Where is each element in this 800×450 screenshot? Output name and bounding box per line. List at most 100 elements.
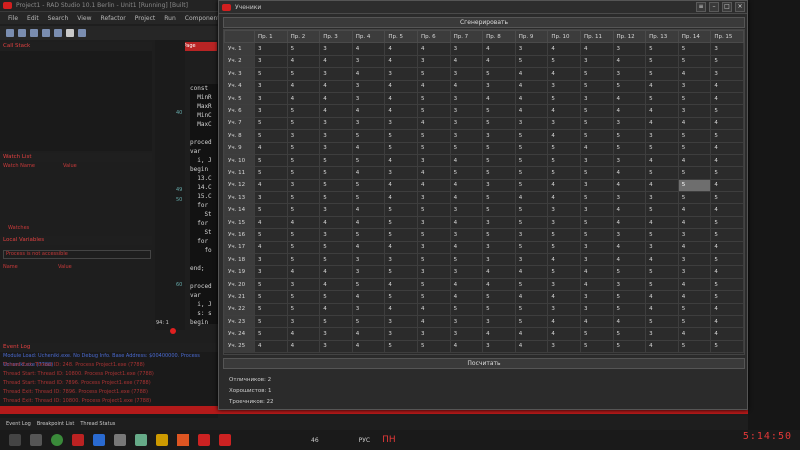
grade-cell[interactable]: 4 [351, 215, 386, 230]
grade-cell[interactable]: 5 [351, 228, 386, 242]
grade-cell[interactable]: 5 [482, 290, 516, 304]
grade-cell[interactable]: 5 [319, 191, 353, 205]
grade-cell[interactable]: 4 [579, 277, 614, 292]
grade-cell[interactable]: 4 [579, 141, 614, 155]
open-project-icon[interactable] [54, 29, 62, 37]
language-indicator[interactable]: РУС [359, 437, 370, 444]
grade-cell[interactable]: 3 [547, 116, 581, 131]
grade-cell[interactable]: 4 [384, 191, 418, 205]
grade-cell[interactable]: 4 [286, 79, 321, 93]
open-file-icon[interactable] [18, 29, 26, 37]
grade-cell[interactable]: 4 [514, 290, 549, 304]
grade-cell[interactable]: 3 [645, 240, 679, 255]
grade-cell[interactable]: 3 [482, 339, 516, 354]
grade-cell[interactable]: 4 [384, 277, 418, 292]
grade-cell[interactable]: 3 [449, 129, 484, 143]
grade-cell[interactable]: 4 [254, 141, 288, 155]
grade-cell[interactable]: 4 [677, 277, 712, 292]
grade-cell[interactable]: 4 [677, 240, 712, 255]
grade-cell[interactable]: 5 [482, 302, 516, 317]
close-icon[interactable]: × [735, 2, 745, 12]
grade-cell[interactable]: 5 [254, 153, 288, 168]
grade-cell[interactable]: 4 [514, 91, 549, 106]
grade-cell[interactable]: 5 [677, 191, 712, 205]
menu-item[interactable]: Edit [27, 15, 39, 22]
grade-cell[interactable]: 5 [612, 141, 647, 155]
grade-cell[interactable]: 5 [319, 314, 353, 329]
grade-cell[interactable]: 5 [319, 240, 353, 255]
grades-grid[interactable]: Пр. 1 Пр. 2 Пр. 3 Пр. 4 Пр. 5 Пр. 6 Пр. 7 Пр. 8… [223, 29, 745, 355]
grade-cell[interactable]: 5 [416, 277, 451, 292]
grade-cell[interactable]: 3 [677, 104, 712, 118]
grade-cell[interactable]: 5 [710, 253, 744, 267]
grade-cell[interactable]: 5 [579, 327, 614, 341]
grade-cell[interactable]: 4 [514, 339, 549, 354]
tab-watches[interactable]: Watches [8, 225, 29, 231]
grade-cell[interactable]: 3 [384, 166, 418, 180]
grade-cell[interactable]: 5 [514, 314, 549, 329]
grade-cell[interactable]: 4 [547, 290, 581, 304]
grade-cell[interactable]: 5 [384, 339, 418, 354]
grade-cell[interactable]: 5 [677, 166, 712, 180]
grade-cell[interactable]: 3 [449, 228, 484, 242]
grade-cell[interactable]: 4 [319, 277, 353, 292]
menu-item[interactable]: Project [135, 15, 156, 22]
grade-cell[interactable]: 4 [710, 91, 744, 106]
grade-cell[interactable]: 4 [710, 116, 744, 131]
grade-cell[interactable]: 3 [579, 253, 614, 267]
grade-cell[interactable]: 3 [416, 153, 451, 168]
grade-cell[interactable]: 4 [286, 265, 321, 279]
grade-cell[interactable]: 5 [254, 67, 288, 81]
grade-cell[interactable]: 5 [645, 91, 679, 106]
grade-cell[interactable]: 4 [579, 42, 614, 56]
grade-cell[interactable]: 4 [612, 166, 647, 180]
grade-cell[interactable]: 3 [547, 215, 581, 230]
grade-cell[interactable]: 3 [547, 339, 581, 354]
grade-cell[interactable]: 4 [286, 339, 321, 354]
new-file-icon[interactable] [6, 29, 14, 37]
grade-cell[interactable]: 4 [351, 141, 386, 155]
grade-cell[interactable]: 3 [547, 277, 581, 292]
grade-cell[interactable]: 3 [547, 203, 581, 217]
grade-cell[interactable]: 4 [286, 54, 321, 69]
grade-cell[interactable]: 3 [677, 79, 712, 93]
grade-cell[interactable]: 5 [384, 141, 418, 155]
grade-cell[interactable]: 4 [319, 91, 353, 106]
grade-cell[interactable]: 3 [351, 54, 386, 69]
menu-item[interactable]: Refactor [101, 15, 126, 22]
grade-cell[interactable]: 5 [547, 54, 581, 69]
grade-cell[interactable]: 5 [710, 166, 744, 180]
grade-cell[interactable]: 5 [547, 153, 581, 168]
breakpoint-icon[interactable] [170, 328, 176, 334]
grade-cell[interactable]: 5 [645, 265, 679, 279]
grade-cell[interactable]: 5 [514, 215, 549, 230]
grade-cell[interactable]: 4 [384, 91, 418, 106]
grade-cell[interactable]: 3 [612, 116, 647, 131]
grade-cell[interactable]: 5 [449, 302, 484, 317]
grade-cell[interactable]: 3 [384, 253, 418, 267]
grade-cell[interactable]: 4 [612, 240, 647, 255]
grade-cell[interactable]: 5 [384, 228, 418, 242]
grade-cell[interactable]: 3 [645, 129, 679, 143]
grade-cell[interactable]: 5 [579, 129, 614, 143]
grade-cell[interactable]: 5 [482, 67, 516, 81]
grade-cell[interactable]: 4 [351, 339, 386, 354]
grade-cell[interactable]: 3 [482, 129, 516, 143]
grade-cell[interactable]: 3 [384, 116, 418, 131]
grade-cell[interactable]: 5 [416, 339, 451, 354]
grade-cell[interactable]: 4 [449, 290, 484, 304]
grade-cell[interactable]: 4 [384, 302, 418, 317]
grade-cell[interactable]: 3 [254, 104, 288, 118]
grade-cell[interactable]: 4 [677, 215, 712, 230]
grade-cell[interactable]: 5 [514, 203, 549, 217]
grade-cell[interactable]: 3 [579, 91, 614, 106]
grade-cell[interactable]: 4 [416, 116, 451, 131]
grade-cell[interactable]: 4 [449, 277, 484, 292]
grade-cell[interactable]: 3 [579, 240, 614, 255]
grade-cell[interactable]: 4 [710, 178, 744, 193]
grade-cell[interactable]: 3 [612, 277, 647, 292]
grade-cell[interactable]: 4 [612, 314, 647, 329]
grade-cell[interactable]: 4 [449, 54, 484, 69]
grade-cell[interactable]: 3 [319, 228, 353, 242]
grade-cell[interactable]: 3 [449, 104, 484, 118]
